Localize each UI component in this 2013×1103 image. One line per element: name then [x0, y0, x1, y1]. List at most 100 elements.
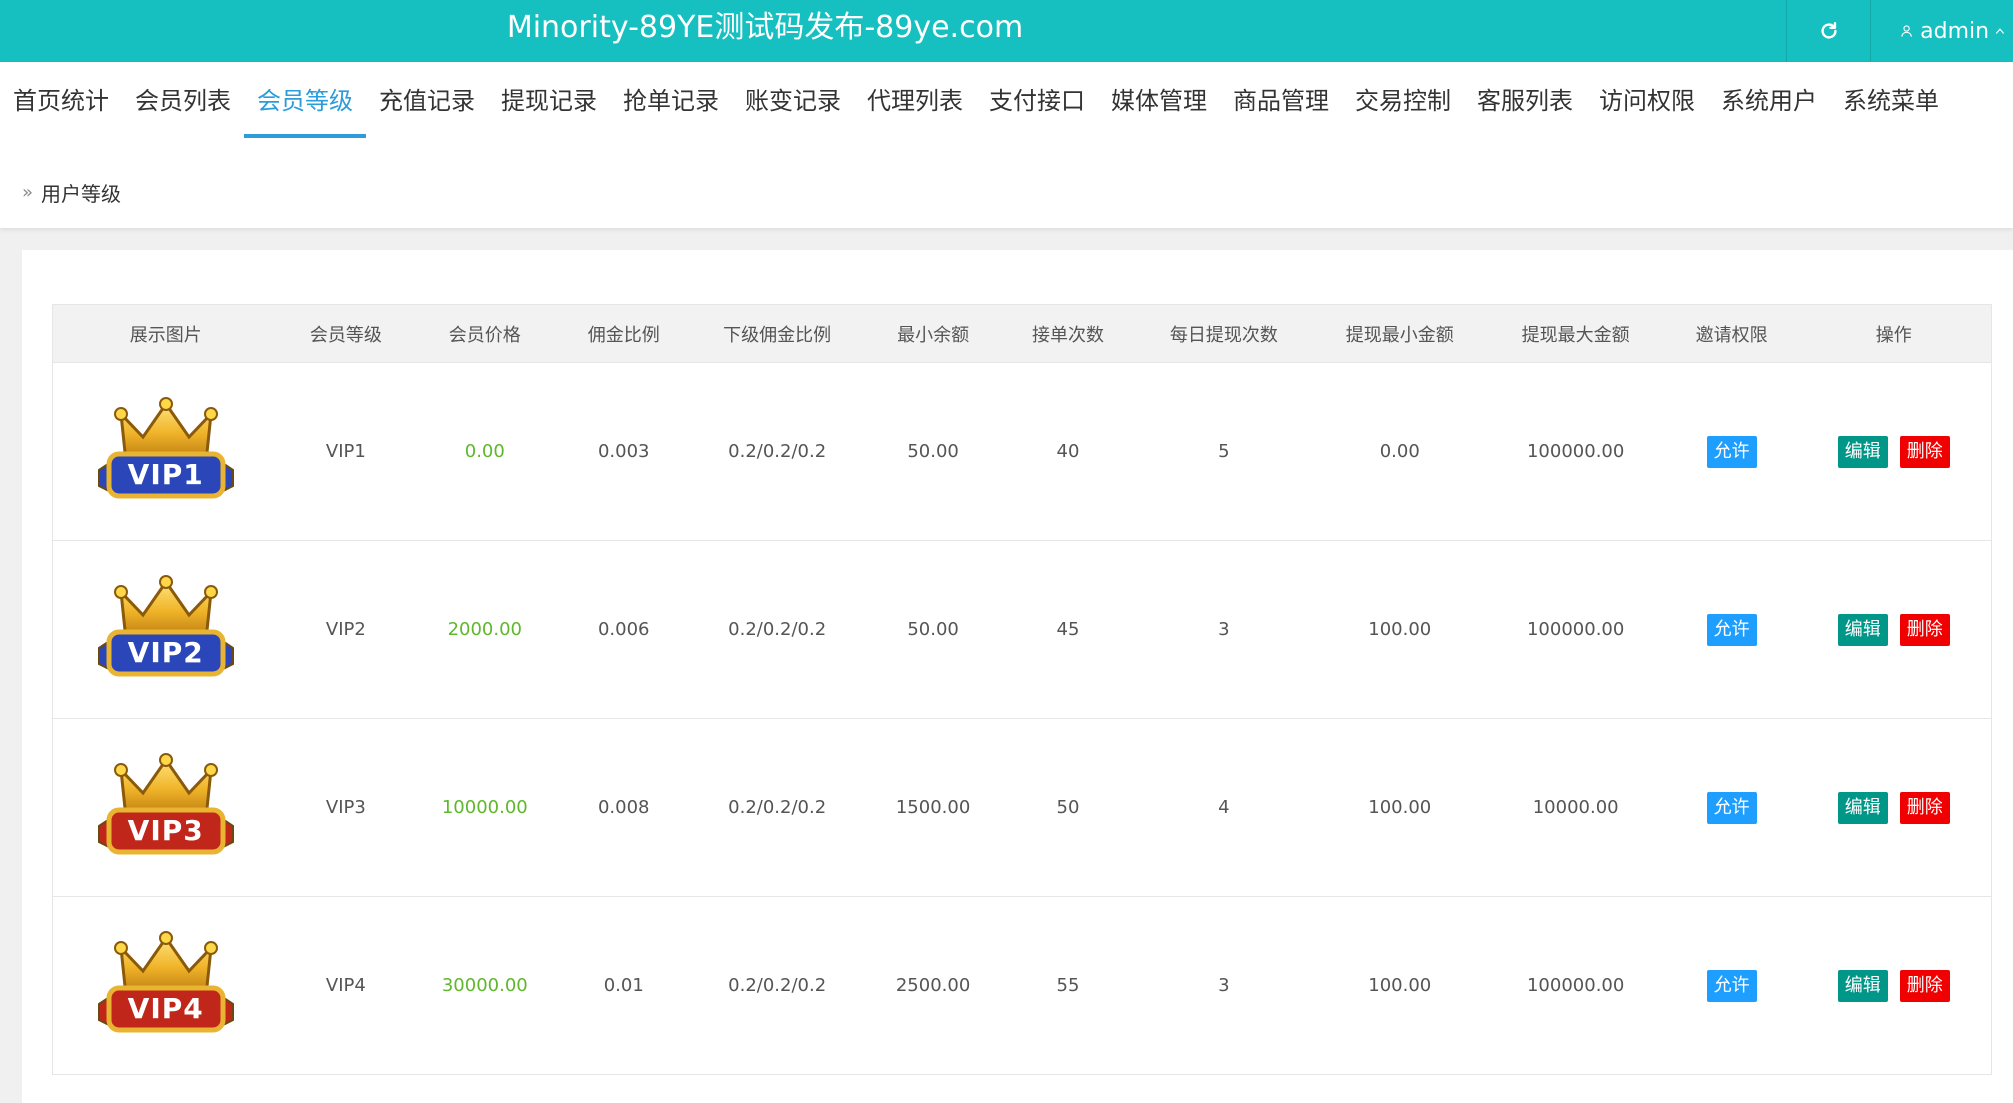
table-row: VIP1 VIP1 0.00 0.003 0.2/0.2/0.2 50.00 40 5 0.0…	[52, 362, 1992, 541]
column-header: 提现最小金额	[1314, 304, 1485, 363]
vip-badge-icon	[97, 396, 234, 498]
breadcrumb-label[interactable]: 用户等级	[41, 178, 121, 207]
column-header: 下级佣金比例	[691, 304, 864, 363]
refresh-icon	[1820, 22, 1837, 39]
cell-price: 2000.00	[413, 540, 557, 719]
vip-badge-icon	[97, 930, 234, 1032]
cell-withdraw-max: 100000.00	[1484, 896, 1667, 1075]
user-icon	[1901, 25, 1912, 37]
cell-orders: 40	[1003, 362, 1133, 541]
nav-item-6[interactable]: 账变记录	[732, 62, 854, 134]
cell-min-balance: 2500.00	[863, 896, 1004, 1075]
cell-level: VIP4	[278, 896, 414, 1075]
cell-daily-withdraw: 4	[1132, 718, 1315, 897]
invite-allow-button[interactable]: 允许	[1706, 969, 1757, 1002]
column-header: 提现最大金额	[1484, 304, 1667, 363]
badge-cell: VIP3	[52, 718, 279, 897]
vip-badge-label: VIP3	[127, 813, 204, 847]
column-header: 会员等级	[278, 304, 414, 363]
refresh-button[interactable]	[1786, 0, 1870, 62]
double-chevron-right-icon: »	[22, 182, 34, 203]
delete-button[interactable]: 删除	[1899, 791, 1950, 824]
cell-commission: 0.006	[556, 540, 692, 719]
nav-item-15[interactable]: 系统菜单	[1830, 62, 1952, 134]
cell-sub-commission: 0.2/0.2/0.2	[691, 540, 864, 719]
nav-item-11[interactable]: 交易控制	[1342, 62, 1464, 134]
nav-item-12[interactable]: 客服列表	[1464, 62, 1586, 134]
vip-badge-label: VIP1	[127, 457, 204, 491]
table-body: VIP1 VIP1 0.00 0.003 0.2/0.2/0.2 50.00 40 5 0.0…	[52, 362, 1992, 1075]
top-nav: 首页统计 会员列表 会员等级 充值记录 提现记录 抢单记录 账变记录 代理列表 支付接口 媒体管理…	[0, 62, 1952, 138]
cell-sub-commission: 0.2/0.2/0.2	[691, 718, 864, 897]
cell-price: 10000.00	[413, 718, 557, 897]
user-menu[interactable]: admin	[1870, 0, 2013, 62]
content-panel: 展示图片 会员等级 会员价格 佣金比例 下级佣金比例 最小余额 接单次数 每日提现次数 提现最小…	[22, 250, 2013, 1103]
column-header: 会员价格	[413, 304, 557, 363]
nav-item-9[interactable]: 媒体管理	[1098, 62, 1220, 134]
invite-cell: 允许	[1666, 362, 1797, 541]
invite-allow-button[interactable]: 允许	[1706, 613, 1757, 646]
cell-withdraw-min: 100.00	[1314, 540, 1485, 719]
invite-allow-button[interactable]: 允许	[1706, 791, 1757, 824]
cell-withdraw-min: 100.00	[1314, 718, 1485, 897]
cell-sub-commission: 0.2/0.2/0.2	[691, 362, 864, 541]
nav-item-2[interactable]: 会员等级	[244, 62, 366, 138]
cell-daily-withdraw: 3	[1132, 896, 1315, 1075]
badge-cell: VIP4	[52, 896, 279, 1075]
delete-button[interactable]: 删除	[1899, 435, 1950, 468]
cell-orders: 55	[1003, 896, 1133, 1075]
cell-min-balance: 50.00	[863, 362, 1004, 541]
cell-level: VIP3	[278, 718, 414, 897]
table-row: VIP3 VIP3 10000.00 0.008 0.2/0.2/0.2 1500.00…	[52, 718, 1992, 897]
cell-commission: 0.008	[556, 718, 692, 897]
nav-item-13[interactable]: 访问权限	[1586, 62, 1708, 134]
nav-item-14[interactable]: 系统用户	[1708, 62, 1830, 134]
username: admin	[1920, 18, 1990, 44]
badge-cell: VIP2	[52, 540, 279, 719]
invite-cell: 允许	[1666, 718, 1797, 897]
table-row: VIP4 VIP4 30000.00 0.01 0.2/0.2/0.2 2500.00 5…	[52, 896, 1992, 1075]
cell-daily-withdraw: 5	[1132, 362, 1315, 541]
vip-badge-icon	[97, 752, 234, 854]
cell-min-balance: 50.00	[863, 540, 1004, 719]
column-header: 每日提现次数	[1132, 304, 1315, 363]
cell-price: 30000.00	[413, 896, 557, 1075]
column-header: 接单次数	[1003, 304, 1133, 363]
cell-commission: 0.01	[556, 896, 692, 1075]
cell-withdraw-min: 0.00	[1314, 362, 1485, 541]
edit-button[interactable]: 编辑	[1837, 613, 1888, 646]
delete-button[interactable]: 删除	[1899, 613, 1950, 646]
cell-withdraw-min: 100.00	[1314, 896, 1485, 1075]
app-header: Minority-89YE测试码发布-89ye.com admin	[0, 0, 2013, 62]
cell-level: VIP2	[278, 540, 414, 719]
actions-cell: 编辑 删除	[1796, 540, 1992, 719]
edit-button[interactable]: 编辑	[1837, 435, 1888, 468]
nav-item-0[interactable]: 首页统计	[0, 62, 122, 134]
cell-withdraw-max: 100000.00	[1484, 362, 1667, 541]
cell-withdraw-max: 10000.00	[1484, 718, 1667, 897]
delete-button[interactable]: 删除	[1899, 969, 1950, 1002]
nav-item-1[interactable]: 会员列表	[122, 62, 244, 134]
actions-cell: 编辑 删除	[1796, 362, 1992, 541]
edit-button[interactable]: 编辑	[1837, 791, 1888, 824]
cell-level: VIP1	[278, 362, 414, 541]
column-header: 展示图片	[52, 304, 279, 363]
breadcrumb: » 用户等级	[22, 178, 121, 207]
nav-item-4[interactable]: 提现记录	[488, 62, 610, 134]
table-header-row: 展示图片 会员等级 会员价格 佣金比例 下级佣金比例 最小余额 接单次数 每日提现次数 提现最小…	[52, 304, 1992, 363]
cell-price: 0.00	[413, 362, 557, 541]
cell-withdraw-max: 100000.00	[1484, 540, 1667, 719]
nav-item-3[interactable]: 充值记录	[366, 62, 488, 134]
top-nav-bar: 首页统计 会员列表 会员等级 充值记录 提现记录 抢单记录 账变记录 代理列表 支付接口 媒体管理…	[0, 62, 2013, 228]
cell-orders: 45	[1003, 540, 1133, 719]
nav-item-7[interactable]: 代理列表	[854, 62, 976, 134]
nav-item-8[interactable]: 支付接口	[976, 62, 1098, 134]
nav-item-5[interactable]: 抢单记录	[610, 62, 732, 134]
invite-allow-button[interactable]: 允许	[1706, 435, 1757, 468]
edit-button[interactable]: 编辑	[1837, 969, 1888, 1002]
invite-cell: 允许	[1666, 540, 1797, 719]
vip-badge-label: VIP4	[127, 991, 204, 1025]
nav-item-10[interactable]: 商品管理	[1220, 62, 1342, 134]
cell-sub-commission: 0.2/0.2/0.2	[691, 896, 864, 1075]
actions-cell: 编辑 删除	[1796, 718, 1992, 897]
